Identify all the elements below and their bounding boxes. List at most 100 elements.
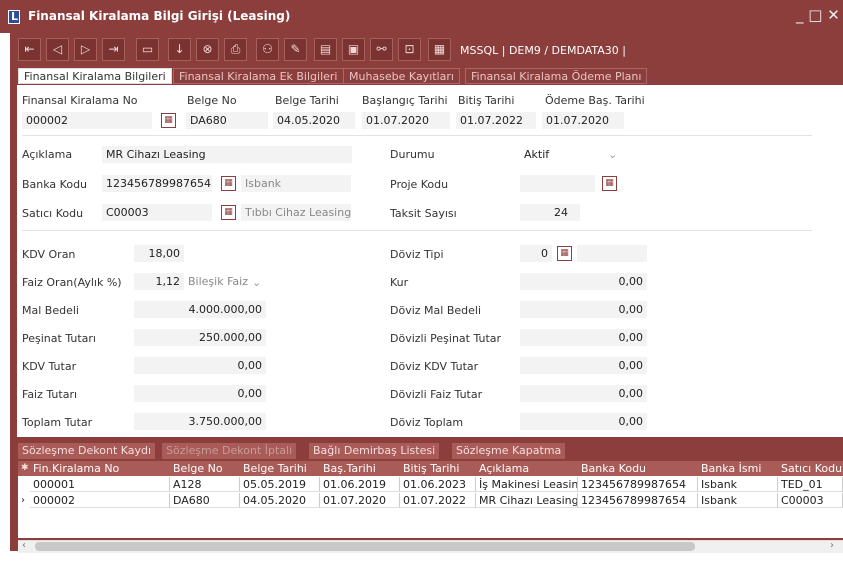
col-fin-kiralama-no[interactable]: Fin.Kiralama No	[30, 461, 170, 476]
table-row-cell[interactable]: 01.06.2023	[400, 477, 476, 492]
label-satici-kodu: Satıcı Kodu	[22, 207, 84, 220]
last-icon[interactable]: ⇥	[102, 38, 125, 61]
sozlesme-kapatma-button[interactable]: Sözleşme Kapatma	[452, 443, 566, 459]
toplam-tutar-field[interactable]: 3.750.000,00	[134, 413, 266, 430]
table-row-cell[interactable]: 01.06.2019	[320, 477, 400, 492]
pesinat-tutari-field[interactable]: 250.000,00	[134, 329, 266, 346]
table-row-cell[interactable]: A128	[170, 477, 240, 492]
doviz-mal-bedeli-field[interactable]: 0,00	[520, 301, 647, 318]
page-icon[interactable]: ▣	[342, 38, 365, 61]
durum-select[interactable]: Aktif	[520, 146, 600, 163]
tab-ek-bilgiler[interactable]: Finansal Kiralama Ek Bilgileri	[173, 68, 344, 84]
aciklama-field[interactable]: MR Cihazı Leasing	[102, 146, 352, 163]
dovizli-pesinat-field[interactable]: 0,00	[520, 329, 647, 346]
satici-lookup-icon[interactable]: ▦	[221, 205, 236, 220]
odeme-bas-tarihi-field[interactable]: 01.07.2020	[542, 112, 624, 129]
kiralama-no-lookup-icon[interactable]: ▦	[161, 113, 176, 128]
download-icon[interactable]: ↓	[168, 38, 191, 61]
col-bas-tarihi[interactable]: Baş.Tarihi	[320, 461, 400, 476]
chevron-down-icon[interactable]: ⌄	[252, 276, 261, 289]
log-icon[interactable]: ▤	[314, 38, 337, 61]
faiz-tipi-select[interactable]: Bileşik Faiz	[184, 273, 249, 290]
db-info: MSSQL | DEM9 / DEMDATA30 |	[460, 44, 626, 57]
table-row-cell[interactable]: TED_01	[778, 477, 843, 492]
col-banka-ismi[interactable]: Banka İsmi	[698, 461, 778, 476]
table-row-cell[interactable]: 000001	[30, 477, 170, 492]
col-bitis-tarihi[interactable]: Bitiş Tarihi	[400, 461, 476, 476]
table-row-cell[interactable]: DA680	[170, 493, 240, 508]
tab-muhasebe-kayitlari[interactable]: Muhasebe Kayıtları	[343, 68, 460, 84]
faiz-oran-field[interactable]: 1,12	[134, 273, 184, 290]
sozlesme-dekont-iptali-button[interactable]: Sözleşme Dekont İptali	[162, 443, 297, 459]
label-dovizli-faiz-tutar: Dövizli Faiz Tutar	[390, 388, 483, 401]
table-row-cell[interactable]: 000002	[30, 493, 170, 508]
sozlesme-dekont-kaydi-button[interactable]: Sözleşme Dekont Kaydı	[18, 443, 156, 459]
belge-tarihi-field[interactable]: 04.05.2020	[273, 112, 355, 129]
proje-kodu-field[interactable]	[520, 175, 595, 192]
table-row-cell[interactable]: 01.07.2020	[320, 493, 400, 508]
col-aciklama[interactable]: Açıklama	[476, 461, 578, 476]
table-row-cell[interactable]: MR Cihazı Leasing	[476, 493, 578, 508]
xls-icon[interactable]: ▦	[428, 38, 451, 61]
mal-bedeli-field[interactable]: 4.000.000,00	[134, 301, 266, 318]
kdv-oran-field[interactable]: 18,00	[134, 245, 184, 262]
cancel-icon[interactable]: ⊗	[196, 38, 219, 61]
kdv-tutar-field[interactable]: 0,00	[134, 357, 266, 374]
first-icon[interactable]: ⇤	[18, 38, 41, 61]
label-doviz-mal-bedeli: Döviz Mal Bedeli	[390, 304, 481, 317]
col-belge-tarihi[interactable]: Belge Tarihi	[240, 461, 320, 476]
banka-lookup-icon[interactable]: ▦	[221, 176, 236, 191]
taksit-sayisi-field[interactable]: 24	[520, 204, 580, 221]
scroll-left-icon[interactable]: ‹	[22, 540, 26, 551]
link-icon[interactable]: ⚯	[370, 38, 393, 61]
faiz-tutari-field[interactable]: 0,00	[134, 385, 266, 402]
table-row-cell[interactable]: 123456789987654	[578, 477, 698, 492]
satici-kodu-field[interactable]: C00003	[102, 204, 212, 221]
folder-icon[interactable]: ▭	[136, 38, 159, 61]
table-row-cell[interactable]: Isbank	[698, 493, 778, 508]
label-baslangic-tarihi: Başlangıç Tarihi	[362, 94, 448, 107]
tab-finansal-kiralama-bilgileri[interactable]: Finansal Kiralama Bilgileri	[18, 68, 172, 84]
tab-odeme-plani[interactable]: Finansal Kiralama Ödeme Planı	[465, 68, 648, 84]
next-icon[interactable]: ▷	[74, 38, 97, 61]
doviz-tipi-field[interactable]: 0	[520, 245, 552, 262]
proje-lookup-icon[interactable]: ▦	[602, 176, 617, 191]
table-row-cell[interactable]: İş Makinesi Leasing	[476, 477, 578, 492]
col-belge-no[interactable]: Belge No	[170, 461, 240, 476]
table-row-cell[interactable]: 05.05.2019	[240, 477, 320, 492]
banka-kodu-field[interactable]: 123456789987654	[102, 175, 212, 192]
lock-icon[interactable]: ⊡	[398, 38, 421, 61]
col-satici-kodu[interactable]: Satıcı Kodu	[778, 461, 843, 476]
scroll-right-icon[interactable]: ›	[830, 540, 834, 551]
bagli-demirbas-listesi-button[interactable]: Bağlı Demirbaş Listesi	[309, 443, 440, 459]
user-icon[interactable]: ⚇	[256, 38, 279, 61]
table-row-cell[interactable]: 04.05.2020	[240, 493, 320, 508]
label-doviz-kdv-tutar: Döviz KDV Tutar	[390, 360, 479, 373]
label-faiz-tutari: Faiz Tutarı	[22, 388, 78, 401]
kiralama-no-field[interactable]: 000002	[22, 112, 152, 129]
prev-icon[interactable]: ◁	[46, 38, 69, 61]
baslangic-tarihi-field[interactable]: 01.07.2020	[362, 112, 450, 129]
doviz-lookup-icon[interactable]: ▦	[557, 246, 572, 261]
window-controls[interactable]: _ □ ✕	[796, 6, 840, 24]
chevron-down-icon[interactable]: ⌄	[608, 148, 617, 161]
table-row-cell[interactable]: 123456789987654	[578, 493, 698, 508]
label-doviz-tipi: Döviz Tipi	[390, 248, 444, 261]
doviz-toplam-field[interactable]: 0,00	[520, 413, 647, 430]
dovizli-faiz-tutar-field[interactable]: 0,00	[520, 385, 647, 402]
print-icon[interactable]: ⎙	[224, 38, 247, 61]
table-row-cell[interactable]: C00003	[778, 493, 843, 508]
label-belge-no: Belge No	[187, 94, 237, 107]
edit-icon[interactable]: ✎	[284, 38, 307, 61]
doviz-kdv-tutar-field[interactable]: 0,00	[520, 357, 647, 374]
belge-no-field[interactable]: DA680	[186, 112, 268, 129]
label-kdv-tutar: KDV Tutar	[22, 360, 77, 373]
col-banka-kodu[interactable]: Banka Kodu	[578, 461, 698, 476]
banka-adi-field: Isbank	[241, 175, 351, 192]
table-row-cell[interactable]: Isbank	[698, 477, 778, 492]
bitis-tarihi-field[interactable]: 01.07.2022	[456, 112, 536, 129]
kur-field[interactable]: 0,00	[520, 273, 647, 290]
table-row-cell[interactable]: 01.07.2022	[400, 493, 476, 508]
scrollbar-thumb[interactable]	[35, 542, 695, 551]
label-aciklama: Açıklama	[22, 148, 73, 161]
